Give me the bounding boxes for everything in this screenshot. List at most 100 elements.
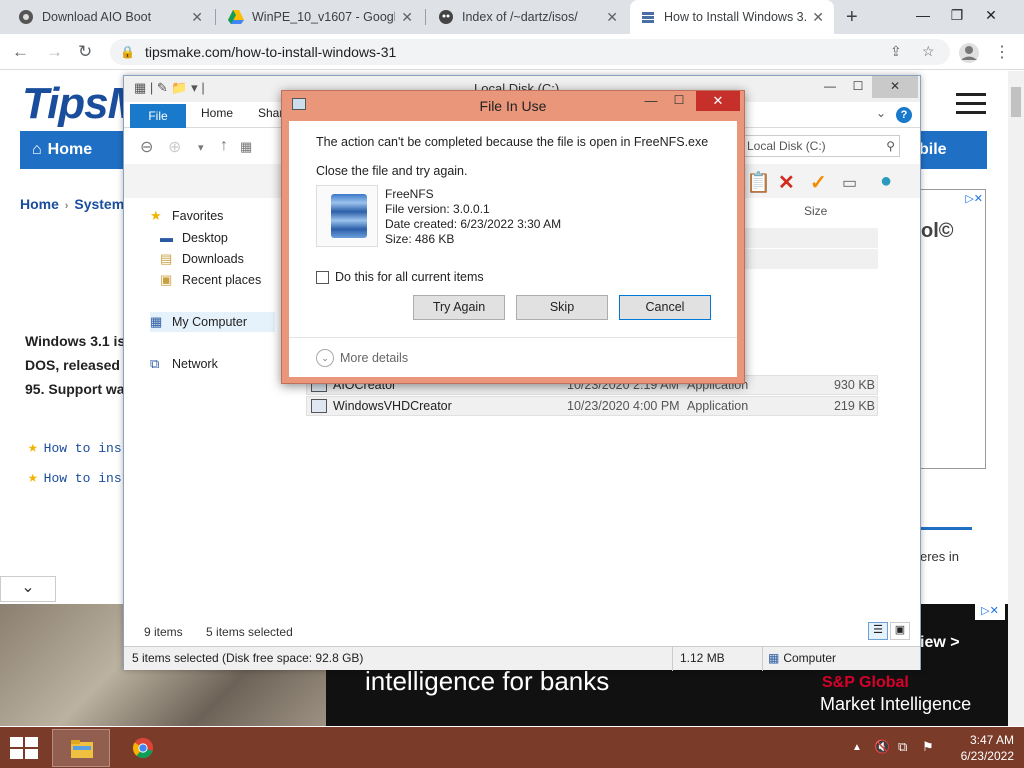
browser-tab-strip: Download AIO Boot ✕ WinPE_10_v1607 - Goo…	[0, 0, 1024, 34]
nav-home-button[interactable]: ⌂ Home	[20, 131, 130, 169]
close-icon[interactable]: ✕	[872, 76, 918, 98]
close-icon[interactable]: ✕	[696, 91, 740, 111]
nav-downloads[interactable]: ▤ Downloads	[160, 251, 244, 267]
file-name: WindowsVHDCreator	[333, 399, 452, 413]
status-location-label: Computer	[783, 651, 837, 665]
breadcrumb-system[interactable]: System	[74, 196, 124, 212]
close-tab-icon[interactable]: ✕	[191, 9, 203, 26]
minimize-icon[interactable]: —	[816, 76, 844, 98]
ad-close-icon[interactable]: ▷✕	[975, 604, 1005, 620]
nav-my-computer[interactable]: ▦ My Computer	[150, 312, 276, 332]
related-link[interactable]: ★ How to ins	[28, 467, 122, 487]
dialog-instruction: Close the file and try again.	[316, 164, 468, 178]
reload-icon[interactable]: ↻	[78, 42, 92, 62]
nav-label: Desktop	[182, 230, 228, 245]
large-icons-view-icon[interactable]: ▣	[890, 622, 910, 640]
article-line: Windows 3.1 is	[25, 333, 126, 349]
network-icon[interactable]: ⧉	[898, 739, 907, 755]
forward-icon[interactable]: ⊕	[168, 137, 181, 157]
tab-label: How to Install Windows 3.1	[664, 10, 807, 24]
close-tab-icon[interactable]: ✕	[606, 9, 618, 26]
ribbon-tab-home[interactable]: Home	[201, 106, 233, 120]
quick-access-toolbar[interactable]: ▦ | ✎ 📁 ▾ |	[134, 80, 205, 96]
scrollbar-thumb[interactable]	[1011, 87, 1021, 117]
checkbox-box[interactable]	[316, 270, 329, 284]
taskbar-chrome[interactable]	[114, 729, 172, 767]
restore-icon[interactable]: ❐	[940, 0, 974, 34]
recent-chevron-icon[interactable]: ▾	[198, 141, 204, 154]
file-date-created: Date created: 6/23/2022 3:30 AM	[385, 217, 562, 231]
file-row[interactable]: WindowsVHDCreator 10/23/2020 4:00 PM App…	[306, 396, 878, 416]
file-version: File version: 3.0.0.1	[385, 202, 490, 216]
close-icon[interactable]: ✕	[974, 0, 1008, 34]
article-line: DOS, released	[25, 357, 120, 373]
maximize-icon[interactable]: ☐	[844, 76, 872, 98]
search-icon: ⚲	[886, 139, 895, 153]
article-line: 95. Support wa	[25, 381, 125, 397]
tab-how-to-install-windows[interactable]: How to Install Windows 3.1 ✕	[630, 0, 834, 34]
new-tab-button[interactable]: +	[846, 6, 858, 29]
action-center-icon[interactable]: ⚑	[922, 739, 934, 755]
size-column-header[interactable]: Size	[804, 204, 827, 218]
cancel-button[interactable]: Cancel	[619, 295, 711, 320]
chrome-icon	[132, 737, 154, 759]
tab-index-of-isos[interactable]: Index of /~dartz/isos/ ✕	[428, 0, 628, 34]
explorer-search-input[interactable]: Local Disk (C:) ⚲	[742, 135, 900, 157]
check-icon[interactable]: ✓	[810, 170, 827, 195]
desktop-icon: ▬	[160, 230, 173, 245]
hamburger-menu-icon[interactable]	[956, 93, 986, 120]
nav-favorites[interactable]: ★ Favorites	[150, 208, 223, 224]
more-details-toggle[interactable]: ⌄ More details	[316, 349, 408, 367]
skip-button[interactable]: Skip	[516, 295, 608, 320]
computer-icon: ▦	[768, 651, 780, 665]
taskbar-file-explorer[interactable]	[52, 729, 110, 767]
tab-winpe[interactable]: WinPE_10_v1607 - Google ✕	[218, 0, 423, 34]
profile-avatar-icon[interactable]	[958, 42, 980, 64]
close-tab-icon[interactable]: ✕	[401, 9, 413, 26]
taskbar-clock[interactable]: 3:47 AM 6/23/2022	[950, 732, 1014, 764]
volume-muted-icon[interactable]: 🔇	[874, 739, 890, 755]
try-again-button[interactable]: Try Again	[413, 295, 505, 320]
ribbon-tab-file[interactable]: File	[130, 104, 186, 128]
side-text: eres in	[920, 549, 960, 564]
delete-icon[interactable]: ✕	[778, 170, 795, 195]
forward-icon[interactable]: →	[46, 42, 63, 62]
address-bar[interactable]: 🔒 tipsmake.com/how-to-install-windows-31…	[110, 39, 950, 65]
nav-recent-places[interactable]: ▣ Recent places	[160, 272, 261, 288]
tray-overflow-icon[interactable]: ▲	[852, 742, 862, 753]
ribbon-tab-share[interactable]: Shar	[258, 106, 283, 120]
related-link[interactable]: ★ How to ins	[28, 437, 122, 457]
windows-start-icon[interactable]	[10, 737, 38, 759]
close-tab-icon[interactable]: ✕	[812, 9, 824, 26]
page-scrollbar[interactable]	[1008, 71, 1024, 726]
back-icon[interactable]: ⊖	[140, 137, 153, 157]
rename-icon[interactable]: ▭	[842, 173, 857, 193]
maximize-icon[interactable]: ☐	[666, 93, 692, 107]
share-icon[interactable]: ⇪	[890, 43, 902, 60]
ribbon-expand-icon[interactable]: ⌄	[876, 106, 886, 120]
nav-home-label: Home	[47, 141, 93, 158]
side-ad[interactable]: ▷✕ ol©	[918, 189, 986, 469]
back-icon[interactable]: ←	[12, 42, 29, 62]
computer-icon: ▦	[240, 139, 253, 154]
banner-view-link[interactable]: iew >	[920, 634, 960, 652]
tab-download-aio-boot[interactable]: Download AIO Boot ✕	[8, 0, 213, 34]
minimize-icon[interactable]: —	[638, 93, 664, 108]
nav-label: My Computer	[172, 315, 248, 329]
paste-icon[interactable]: 📋	[746, 170, 771, 195]
apply-to-all-checkbox[interactable]: Do this for all current items	[316, 270, 484, 284]
menu-kebab-icon[interactable]: ⋮	[994, 42, 1010, 62]
status-location: ▦ Computer	[768, 651, 836, 665]
bookmark-star-icon[interactable]: ☆	[922, 43, 935, 60]
minimize-icon[interactable]: —	[906, 0, 940, 34]
details-view-icon[interactable]: ☰	[868, 622, 888, 640]
nav-desktop[interactable]: ▬ Desktop	[160, 230, 228, 245]
up-arrow-icon[interactable]: ↑	[220, 137, 228, 155]
help-icon[interactable]: ?	[896, 107, 912, 123]
ad-close-icon[interactable]: ▷✕	[965, 192, 983, 205]
banner-brand: S&P Global	[822, 674, 909, 691]
globe-icon[interactable]: ●	[880, 170, 892, 193]
breadcrumb-home[interactable]: Home	[20, 196, 59, 212]
nav-network[interactable]: ⧉ Network	[150, 356, 218, 372]
collapse-chevron-icon[interactable]: ⌄	[0, 576, 56, 602]
